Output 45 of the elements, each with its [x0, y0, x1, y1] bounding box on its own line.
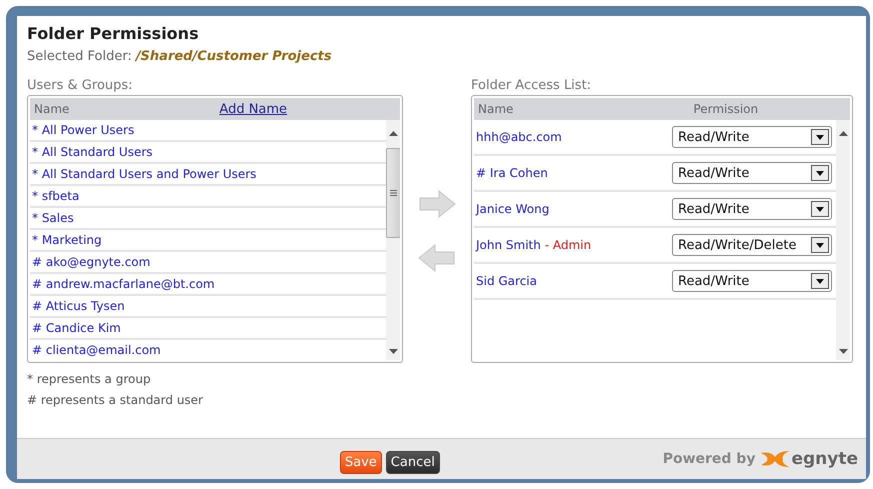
scrollbar[interactable]: [386, 120, 400, 360]
scroll-down-icon[interactable]: [838, 348, 848, 354]
dialog-title: Folder Permissions: [27, 24, 200, 43]
user-list-item[interactable]: * All Power Users: [30, 120, 386, 142]
dropdown-caret-icon: [816, 206, 824, 212]
access-entry-name: Sid Garcia: [476, 274, 537, 288]
user-list-item[interactable]: * All Standard Users: [30, 142, 386, 164]
panel-label: Folder Access List:: [471, 78, 592, 93]
scroll-down-icon[interactable]: [388, 348, 398, 354]
logo-text: egnyte: [791, 449, 858, 469]
user-list-item[interactable]: # ako@egnyte.com: [30, 252, 386, 274]
dropdown-caret-icon: [816, 134, 824, 140]
powered-by-text: Powered by: [662, 451, 756, 467]
user-list-item[interactable]: # Candice Kim: [30, 318, 386, 340]
folder-path: /Shared/Customer Projects: [136, 49, 332, 64]
dropdown-caret-icon: [816, 278, 824, 284]
user-list-item[interactable]: # andrew.macfarlane@bt.com: [30, 274, 386, 296]
user-list-item[interactable]: * sfbeta: [30, 186, 386, 208]
dropdown-caret-icon: [816, 242, 824, 248]
user-list-item[interactable]: # Atticus Tysen: [30, 296, 386, 318]
permission-dropdown[interactable]: Read/Write/Delete: [672, 234, 832, 256]
grip-icon: [390, 190, 396, 196]
access-entry-name: # Ira Cohen: [476, 166, 548, 180]
add-name-link[interactable]: Add Name: [219, 102, 288, 116]
legend-text: # represents a standard user: [27, 392, 204, 409]
access-entry-name: John Smith - Admin: [476, 238, 592, 252]
flame-icon: [761, 449, 792, 469]
column-header: Name: [478, 102, 514, 116]
panel-label: Users & Groups:: [27, 78, 134, 93]
permission-dropdown[interactable]: Read/Write: [672, 198, 832, 220]
access-entry-name: hhh@abc.com: [476, 130, 562, 144]
user-list-item[interactable]: * Sales: [30, 208, 386, 230]
permission-dropdown[interactable]: Read/Write: [672, 270, 832, 292]
column-header: Name: [34, 102, 70, 116]
permission-dropdown[interactable]: Read/Write: [672, 126, 832, 148]
column-header: Permission: [693, 102, 758, 116]
access-entry-name: Janice Wong: [476, 202, 550, 216]
dropdown-caret-icon: [816, 170, 824, 176]
cancel-button[interactable]: Cancel: [386, 450, 440, 474]
user-list-item[interactable]: * All Standard Users and Power Users: [30, 164, 386, 186]
permission-dropdown[interactable]: Read/Write: [672, 162, 832, 184]
selected-folder-label: Selected Folder:: [27, 49, 132, 64]
scrollbar[interactable]: [836, 120, 850, 360]
legend-text: * represents a group: [27, 371, 152, 388]
user-list-item[interactable]: * Marketing: [30, 230, 386, 252]
